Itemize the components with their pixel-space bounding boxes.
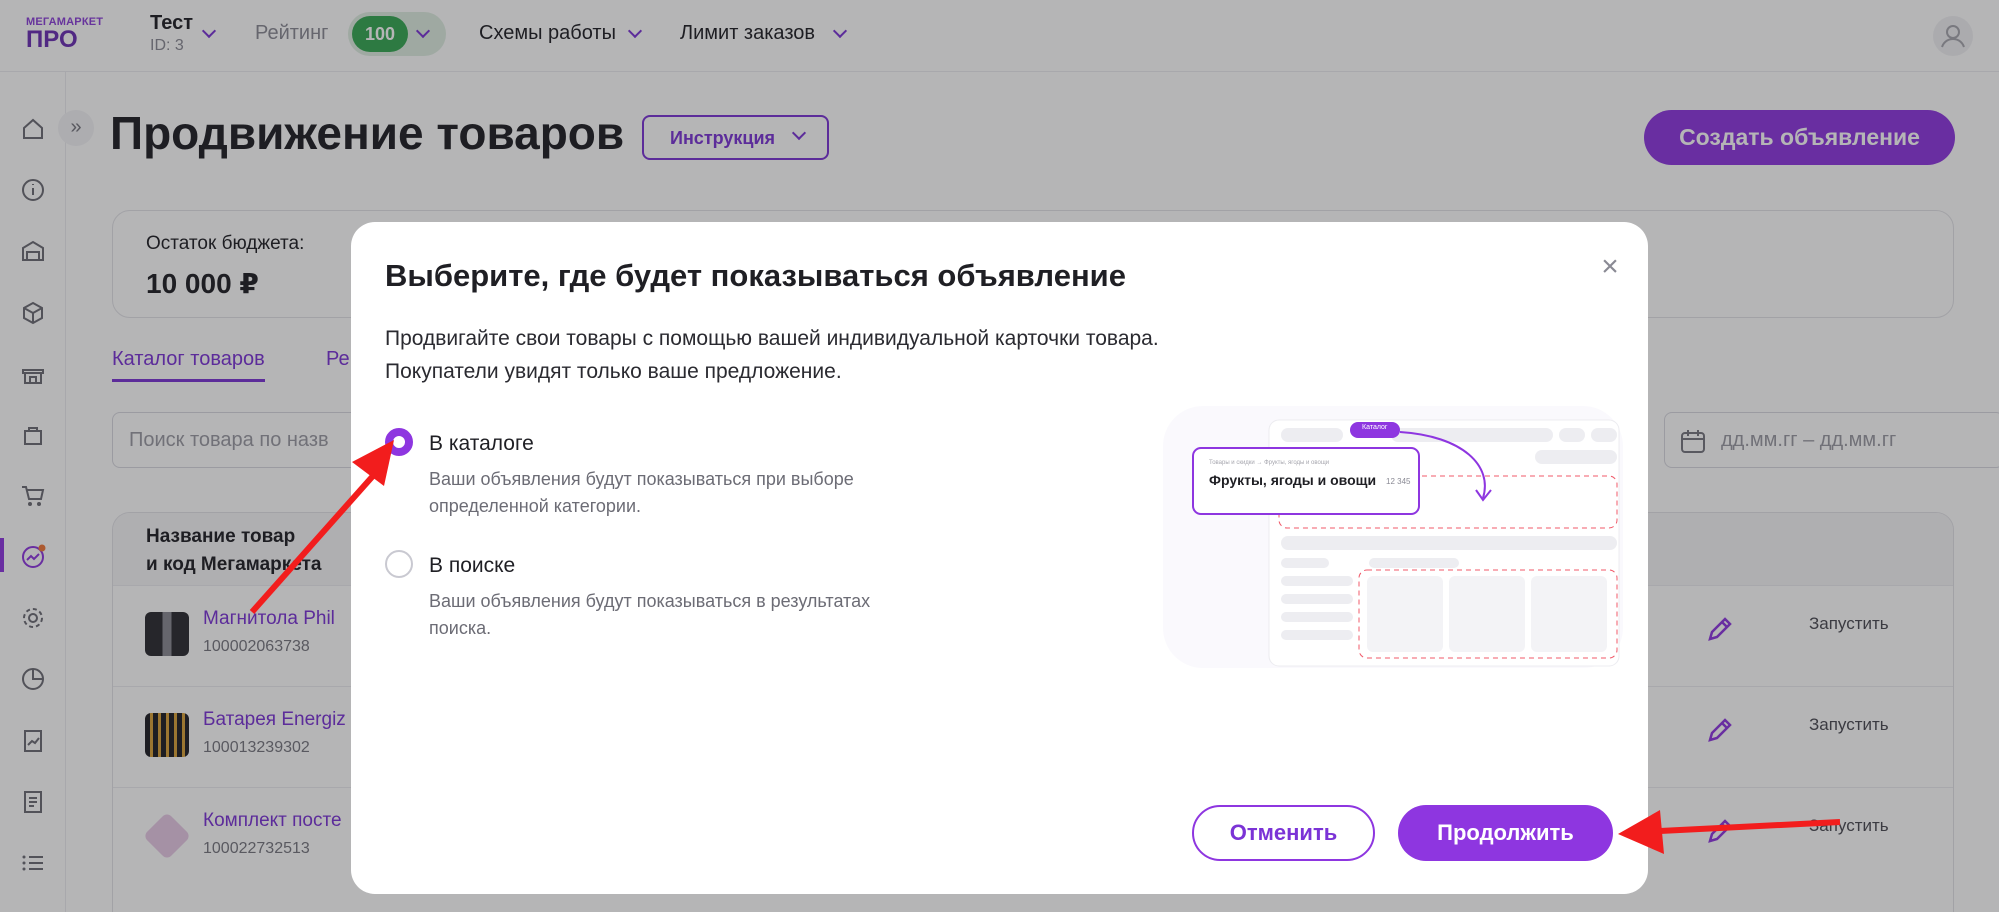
option-search-title[interactable]: В поиске — [429, 554, 515, 578]
continue-button[interactable]: Продолжить — [1398, 805, 1613, 861]
illustration-count: 12 345 — [1386, 477, 1411, 486]
modal-description: Продвигайте свои товары с помощью вашей … — [385, 322, 1159, 388]
illustration-mockup — [1163, 406, 1623, 668]
option-catalog-description: Ваши объявления будут показываться при в… — [429, 466, 949, 520]
catalog-illustration: Каталог Товары и скидки → Фрукты, ягоды … — [1163, 406, 1623, 668]
option-search-desc-line1: Ваши объявления будут показываться в рез… — [429, 591, 871, 611]
modal-description-line1: Продвигайте свои товары с помощью вашей … — [385, 327, 1159, 350]
option-catalog-desc-line1: Ваши объявления будут показываться при в… — [429, 469, 854, 489]
illustration-breadcrumb: Товары и скидки → Фрукты, ягоды и овощи — [1209, 460, 1330, 466]
option-search-desc-line2: поиска. — [429, 618, 492, 638]
radio-catalog[interactable] — [385, 428, 413, 456]
option-search-description: Ваши объявления будут показываться в рез… — [429, 588, 949, 642]
option-catalog-title[interactable]: В каталоге — [429, 432, 534, 456]
option-catalog-desc-line2: определенной категории. — [429, 496, 642, 516]
illustration-chip: Каталог — [1362, 424, 1388, 431]
cancel-button[interactable]: Отменить — [1192, 805, 1375, 861]
radio-search[interactable] — [385, 550, 413, 578]
close-icon[interactable]: × — [1594, 252, 1626, 284]
placement-modal: Выберите, где будет показываться объявле… — [351, 222, 1648, 894]
modal-description-line2: Покупатели увидят только ваше предложени… — [385, 360, 842, 383]
app-root: МЕГАМАРКЕТ ПРО Тест ID: 3 Рейтинг 100 Сх… — [0, 0, 1999, 912]
modal-title: Выберите, где будет показываться объявле… — [385, 258, 1126, 293]
illustration-category: Фрукты, ягоды и овощи — [1209, 472, 1377, 488]
